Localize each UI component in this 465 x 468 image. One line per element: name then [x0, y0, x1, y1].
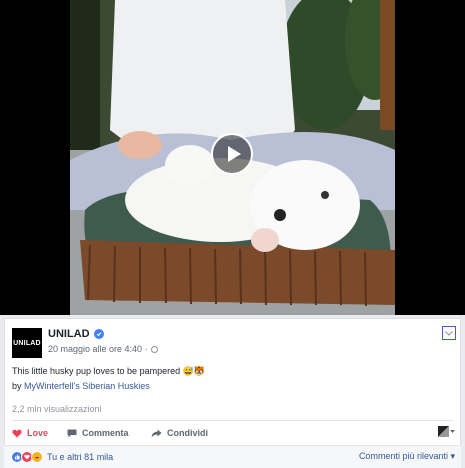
page-name-link[interactable]: UNILAD: [48, 328, 104, 340]
post-text: This little husky pup loves to be pamper…: [12, 366, 206, 376]
reactions-count: Tu e altri 81 mila: [47, 452, 114, 462]
verified-badge-icon: [93, 329, 104, 339]
post-options-button[interactable]: [442, 326, 456, 340]
comment-sort-dropdown[interactable]: Commenti più rilevanti ▾: [359, 451, 455, 462]
share-arrow-icon: [151, 429, 162, 438]
love-button[interactable]: Love: [12, 422, 48, 444]
reactions-bar: Tu e altri 81 mila Commenti più rilevant…: [4, 445, 461, 468]
play-button[interactable]: [211, 133, 253, 175]
caret-down-icon: [450, 430, 455, 433]
view-count: 2,2 mln visualizzazioni: [12, 404, 102, 414]
share-button[interactable]: Condividi: [151, 422, 208, 444]
globe-icon: [150, 345, 158, 353]
post-card: UNILAD UNILAD 20 maggio alle ore 4:40 · …: [4, 318, 461, 468]
comment-label: Commenta: [82, 428, 129, 438]
post-timestamp[interactable]: 20 maggio alle ore 4:40 ·: [48, 344, 148, 354]
share-label: Condividi: [167, 428, 208, 438]
chevron-down-icon: [445, 330, 453, 336]
post-credit: by MyWinterfell's Siberian Huskies: [12, 381, 150, 391]
page-name[interactable]: UNILAD: [48, 328, 90, 340]
comment-icon: [67, 429, 77, 438]
heart-icon: [12, 429, 22, 438]
page-avatar[interactable]: UNILAD: [12, 328, 42, 358]
divider: [12, 420, 453, 421]
credit-prefix: by: [12, 381, 25, 391]
actor-selector[interactable]: [438, 426, 456, 437]
action-bar: Love Commenta Condividi: [5, 422, 460, 444]
user-avatar-icon: [438, 426, 449, 437]
haha-reaction-icon: [31, 451, 43, 463]
credit-link[interactable]: MyWinterfell's Siberian Huskies: [24, 381, 150, 391]
comment-button[interactable]: Commenta: [67, 422, 129, 444]
love-label: Love: [27, 428, 49, 438]
reactions-summary[interactable]: Tu e altri 81 mila: [11, 451, 113, 463]
post-meta: 20 maggio alle ore 4:40 ·: [48, 344, 158, 354]
play-icon: [228, 146, 241, 162]
page-logo-text: UNILAD: [13, 339, 41, 347]
video-player[interactable]: [0, 0, 465, 315]
